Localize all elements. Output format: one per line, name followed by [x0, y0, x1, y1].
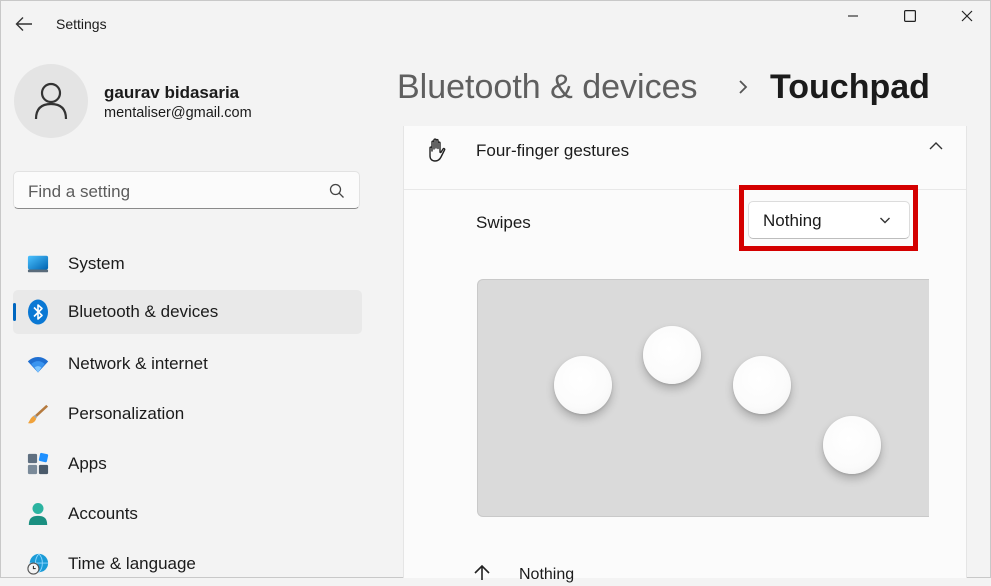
app-title: Settings [56, 16, 107, 32]
sidebar-item-label: Time & language [68, 554, 196, 573]
search-icon[interactable] [329, 183, 345, 199]
clock-globe-icon [27, 553, 49, 575]
wifi-icon [27, 353, 49, 375]
swipes-dropdown[interactable]: Nothing [748, 201, 910, 239]
finger-dot [554, 356, 612, 414]
bluetooth-icon [27, 299, 49, 325]
swipes-dropdown-value: Nothing [763, 211, 822, 230]
maximize-button[interactable] [881, 0, 939, 32]
sidebar-item-personalization[interactable]: Personalization [13, 392, 362, 436]
chevron-right-icon [739, 80, 748, 94]
minimize-icon [848, 15, 858, 17]
chevron-up-icon[interactable] [928, 140, 944, 152]
section-title: Four-finger gestures [476, 141, 630, 160]
swipe-up-action-value: Nothing [519, 566, 575, 583]
sidebar-item-label: Accounts [68, 504, 138, 523]
back-arrow-icon [15, 17, 32, 31]
back-button[interactable] [10, 10, 38, 38]
sidebar-item-label: Network & internet [68, 354, 208, 373]
swipes-label: Swipes [476, 213, 531, 232]
user-name: gaurav bidasaria [104, 83, 240, 102]
sidebar-item-time-language[interactable]: Time & language [13, 542, 362, 586]
avatar[interactable] [14, 64, 88, 138]
page-title: Touchpad [770, 68, 930, 106]
search-input[interactable]: Find a setting [13, 171, 360, 209]
close-button[interactable] [938, 0, 991, 32]
sidebar-item-label: Bluetooth & devices [68, 302, 219, 321]
gesture-settings-card: Four-finger gestures Swipes Nothing Noth… [403, 126, 967, 583]
person-icon [34, 82, 68, 120]
sidebar-item-label: System [68, 254, 125, 273]
close-icon [961, 10, 973, 22]
chevron-down-icon [880, 217, 890, 224]
four-finger-gestures-header[interactable]: Four-finger gestures [404, 126, 966, 190]
sidebar-item-bluetooth-devices[interactable]: Bluetooth & devices [13, 290, 362, 334]
system-icon [27, 253, 49, 275]
finger-dot [733, 356, 791, 414]
gesture-preview-animation [477, 279, 929, 517]
apps-icon [27, 452, 49, 475]
breadcrumb-parent-link[interactable]: Bluetooth & devices [397, 68, 698, 107]
hand-gesture-icon [429, 138, 446, 162]
sidebar-item-accounts[interactable]: Accounts [13, 492, 362, 536]
sidebar-item-label: Apps [68, 454, 107, 473]
sidebar-item-system[interactable]: System [13, 242, 362, 286]
minimize-button[interactable] [824, 0, 882, 32]
finger-dot [823, 416, 881, 474]
sidebar-item-apps[interactable]: Apps [13, 442, 362, 486]
paintbrush-icon [27, 403, 49, 425]
active-indicator [13, 303, 16, 321]
sidebar-item-network[interactable]: Network & internet [13, 342, 362, 386]
finger-dot [643, 326, 701, 384]
accounts-icon [27, 503, 49, 525]
sidebar-item-label: Personalization [68, 404, 185, 423]
maximize-icon [904, 10, 916, 22]
user-email: mentaliser@gmail.com [104, 105, 252, 121]
search-placeholder: Find a setting [28, 182, 131, 201]
